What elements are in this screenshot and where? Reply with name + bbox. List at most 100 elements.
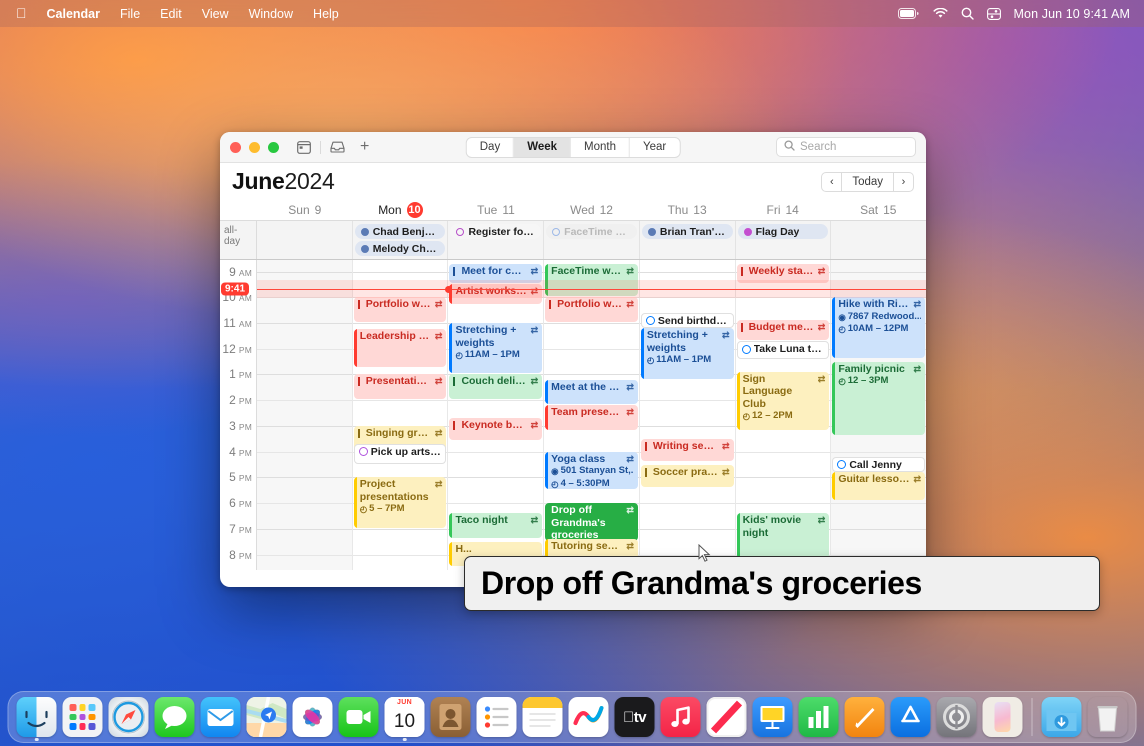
- all-day-column-3[interactable]: FaceTime Gran...: [544, 221, 640, 259]
- plus-icon[interactable]: +: [360, 139, 369, 155]
- dock-item-safari[interactable]: [109, 697, 149, 737]
- all-day-event[interactable]: Flag Day: [738, 224, 829, 239]
- view-year[interactable]: Year: [630, 138, 679, 157]
- dock-item-iphonemirror[interactable]: [983, 697, 1023, 737]
- dock-item-notes[interactable]: [523, 697, 563, 737]
- calendar-event[interactable]: Soccer practice⇄: [641, 465, 734, 487]
- dock-item-settings[interactable]: [937, 697, 977, 737]
- calendar-event[interactable]: Team presenta...⇄: [545, 405, 638, 430]
- day-header-fri[interactable]: Fri14: [735, 200, 831, 220]
- spotlight-search-icon[interactable]: [961, 7, 974, 20]
- dock-item-mail[interactable]: [201, 697, 241, 737]
- all-day-event[interactable]: Melody Cheun...: [355, 241, 446, 256]
- day-column-sat[interactable]: Hike with Rigo⇄◉7867 Redwood...◴10AM – 1…: [831, 260, 926, 570]
- calendar-event[interactable]: Budget meeting⇄: [737, 320, 830, 340]
- calendar-event[interactable]: Meet at the res...⇄: [545, 380, 638, 405]
- dock-item-messages[interactable]: [155, 697, 195, 737]
- dock-item-reminders[interactable]: [477, 697, 517, 737]
- dock-item-calendar[interactable]: JUN10: [385, 697, 425, 737]
- all-day-event[interactable]: Register for sa...: [450, 224, 541, 239]
- control-center-icon[interactable]: [987, 8, 1001, 20]
- dock[interactable]: JUN10 tv: [8, 691, 1137, 743]
- calendar-event[interactable]: Kids' movie night⇄: [737, 513, 830, 558]
- day-header-mon[interactable]: Mon10: [353, 200, 449, 220]
- calendar-event[interactable]: Yoga class⇄◉501 Stanyan St,...◴4 – 5:30P…: [545, 452, 638, 490]
- dock-item-pages[interactable]: [845, 697, 885, 737]
- day-column-sun[interactable]: [257, 260, 353, 570]
- day-column-tue[interactable]: Meet for coffee⇄Artist worksho...⇄ Stretc…: [448, 260, 544, 570]
- dock-item-photos[interactable]: [293, 697, 333, 737]
- all-day-event[interactable]: Chad Benjamin...: [355, 224, 446, 239]
- all-day-column-1[interactable]: Chad Benjamin... Melody Cheun...: [353, 221, 449, 259]
- day-header-sat[interactable]: Sat15: [830, 200, 926, 220]
- dock-item-downloads[interactable]: [1042, 697, 1082, 737]
- day-column-fri[interactable]: Weekly status⇄Budget meeting⇄Take Luna t…: [736, 260, 832, 570]
- menu-edit[interactable]: Edit: [150, 7, 192, 21]
- calendar-event[interactable]: Stretching + weights⇄◴11AM – 1PM: [449, 323, 542, 373]
- inbox-icon[interactable]: [330, 140, 345, 155]
- day-header-tue[interactable]: Tue11: [448, 200, 544, 220]
- calendar-event[interactable]: FaceTime with...⇄: [545, 264, 638, 296]
- calendar-event[interactable]: Project presentations⇄◴5 – 7PM: [354, 477, 447, 527]
- all-day-event[interactable]: FaceTime Gran...: [546, 224, 637, 239]
- calendar-event[interactable]: Leadership skil...⇄: [354, 329, 447, 367]
- reminder-checkbox-icon[interactable]: [742, 345, 751, 354]
- calendar-event[interactable]: Presentation p...⇄: [354, 374, 447, 399]
- day-header-sun[interactable]: Sun9: [257, 200, 353, 220]
- wifi-icon[interactable]: [933, 8, 948, 19]
- view-month[interactable]: Month: [571, 138, 630, 157]
- calendar-event[interactable]: Drop off Grandma's groceries⇄: [545, 503, 638, 541]
- apple-logo-icon[interactable]: : [8, 6, 37, 22]
- view-day[interactable]: Day: [467, 138, 514, 157]
- calendar-event[interactable]: Taco night⇄: [449, 513, 542, 538]
- calendar-event[interactable]: Hike with Rigo⇄◉7867 Redwood...◴10AM – 1…: [832, 297, 925, 358]
- day-header-wed[interactable]: Wed12: [544, 200, 640, 220]
- dock-item-contacts[interactable]: [431, 697, 471, 737]
- menu-help[interactable]: Help: [303, 7, 349, 21]
- dock-item-news[interactable]: [707, 697, 747, 737]
- dock-item-appletv[interactable]: tv: [615, 697, 655, 737]
- calendar-event[interactable]: Weekly status⇄: [737, 264, 830, 284]
- day-column-thu[interactable]: Send birthday...Stretching + weights⇄◴11…: [640, 260, 736, 570]
- calendar-event[interactable]: Writing sessio...⇄: [641, 439, 734, 461]
- all-day-column-2[interactable]: Register for sa...: [448, 221, 544, 259]
- all-day-column-0[interactable]: [257, 221, 353, 259]
- calendar-event[interactable]: Keynote by Ja...⇄: [449, 418, 542, 440]
- all-day-event[interactable]: Brian Tran's Bir...: [642, 224, 733, 239]
- close-button[interactable]: [230, 142, 241, 153]
- all-day-column-4[interactable]: Brian Tran's Bir...: [640, 221, 736, 259]
- calendar-event[interactable]: Call Jenny: [832, 457, 925, 472]
- today-button[interactable]: Today: [842, 172, 893, 192]
- all-day-column-6[interactable]: [831, 221, 926, 259]
- calendar-event[interactable]: Stretching + weights⇄◴11AM – 1PM: [641, 328, 734, 378]
- calendar-event[interactable]: Meet for coffee⇄: [449, 264, 542, 284]
- maximize-button[interactable]: [268, 142, 279, 153]
- prev-week-button[interactable]: ‹: [821, 172, 842, 192]
- calendar-event[interactable]: Couch delivery⇄: [449, 374, 542, 399]
- dock-item-keynote[interactable]: [753, 697, 793, 737]
- calendar-event[interactable]: Portfolio work...⇄: [545, 297, 638, 322]
- calendar-event[interactable]: Pick up arts &...: [354, 444, 447, 464]
- battery-icon[interactable]: [898, 8, 920, 19]
- day-column-wed[interactable]: FaceTime with...⇄Portfolio work...⇄ Meet …: [544, 260, 640, 570]
- calendar-event[interactable]: Artist worksho...⇄: [449, 284, 542, 304]
- dock-item-launchpad[interactable]: [63, 697, 103, 737]
- day-column-mon[interactable]: Portfolio work...⇄ Leadership skil...⇄ Pre…: [353, 260, 449, 570]
- reminder-checkbox-icon[interactable]: [837, 460, 846, 469]
- day-header-thu[interactable]: Thu13: [639, 200, 735, 220]
- menu-view[interactable]: View: [192, 7, 239, 21]
- calendar-event[interactable]: Send birthday...: [641, 313, 734, 328]
- dock-item-maps[interactable]: [247, 697, 287, 737]
- all-day-column-5[interactable]: Flag Day: [736, 221, 832, 259]
- calendar-event[interactable]: Portfolio work...⇄: [354, 297, 447, 322]
- dock-item-appstore[interactable]: [891, 697, 931, 737]
- reminder-checkbox-icon[interactable]: [646, 316, 655, 325]
- dock-item-trash[interactable]: [1088, 697, 1128, 737]
- minimize-button[interactable]: [249, 142, 260, 153]
- menu-file[interactable]: File: [110, 7, 150, 21]
- view-segmented-control[interactable]: DayWeekMonthYear: [466, 137, 681, 158]
- menu-calendar[interactable]: Calendar: [37, 7, 111, 21]
- calendar-event[interactable]: Guitar lessons...⇄: [832, 472, 925, 499]
- dock-item-numbers[interactable]: [799, 697, 839, 737]
- dock-item-freeform[interactable]: [569, 697, 609, 737]
